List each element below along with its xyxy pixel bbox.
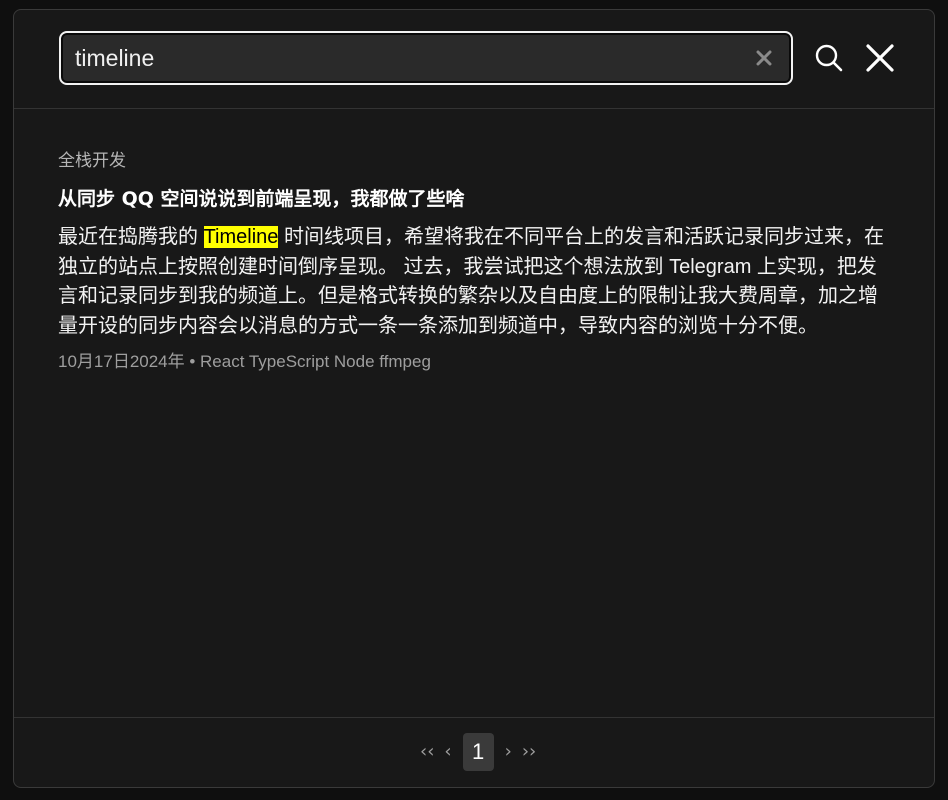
pager: ‹‹ ‹ 1 › ›› [415, 733, 541, 771]
search-results: 全栈开发 从同步 QQ 空间说说到前端呈现，我都做了些啥 最近在捣腾我的 Tim… [14, 109, 934, 717]
current-page-button[interactable]: 1 [462, 733, 494, 771]
search-match-highlight: Timeline [203, 226, 279, 248]
first-page-button[interactable]: ‹‹ [415, 733, 439, 771]
prev-page-button[interactable]: ‹ [439, 733, 456, 771]
next-page-button[interactable]: › [500, 733, 517, 771]
result-excerpt: 最近在捣腾我的 Timeline 时间线项目，希望将我在不同平台上的发言和活跃记… [58, 223, 884, 341]
close-icon[interactable] [865, 43, 895, 73]
excerpt-text-before: 最近在捣腾我的 [58, 226, 204, 248]
search-result-item[interactable]: 全栈开发 从同步 QQ 空间说说到前端呈现，我都做了些啥 最近在捣腾我的 Tim… [58, 149, 888, 374]
search-input[interactable] [75, 43, 735, 73]
clear-icon[interactable] [755, 49, 773, 67]
search-field[interactable] [59, 31, 793, 85]
search-modal: 全栈开发 从同步 QQ 空间说说到前端呈现，我都做了些啥 最近在捣腾我的 Tim… [13, 9, 935, 788]
search-header [14, 10, 934, 109]
last-page-button[interactable]: ›› [517, 733, 541, 771]
search-icon[interactable] [814, 43, 844, 73]
result-category: 全栈开发 [58, 151, 126, 171]
pagination: ‹‹ ‹ 1 › ›› [14, 717, 934, 787]
result-meta: 10月17日2024年 • React TypeScript Node ffmp… [58, 352, 431, 371]
result-title[interactable]: 从同步 QQ 空间说说到前端呈现，我都做了些啥 [58, 186, 888, 212]
